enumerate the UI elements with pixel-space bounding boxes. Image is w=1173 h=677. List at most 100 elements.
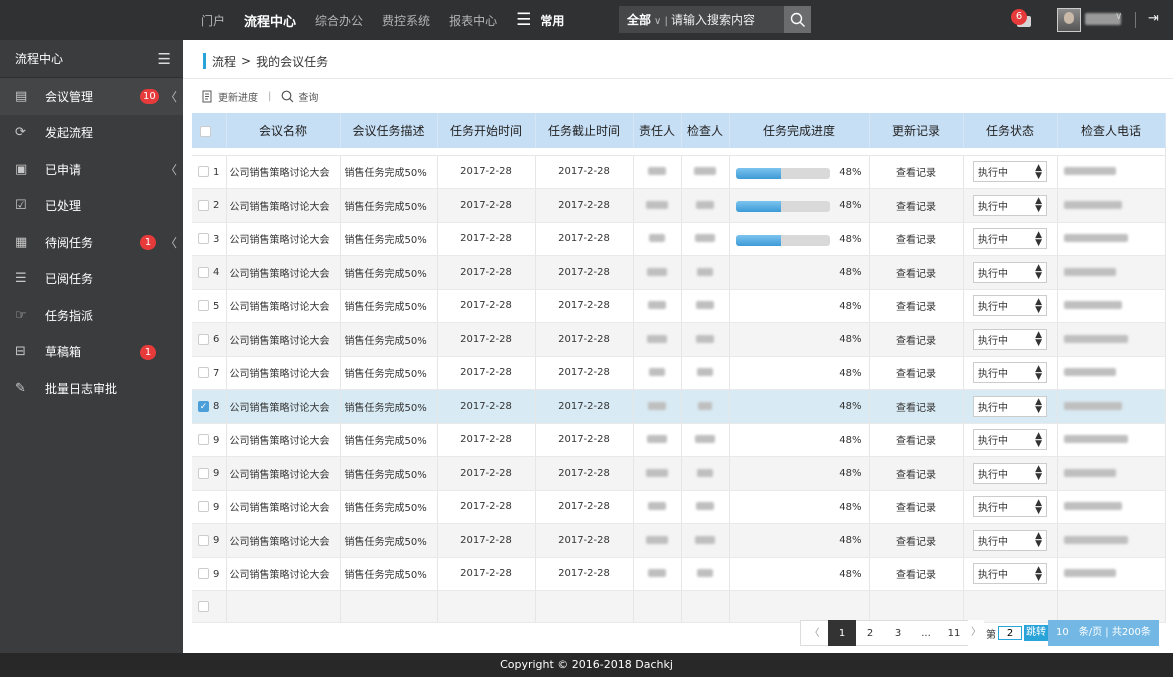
notification-button[interactable]: 6: [1011, 9, 1035, 31]
view-record-link[interactable]: 查看记录: [869, 423, 964, 457]
view-record-link[interactable]: 查看记录: [869, 255, 964, 290]
sidebar-item[interactable]: ☞ 任务指派: [0, 297, 183, 334]
goto-page-input[interactable]: [998, 626, 1022, 640]
status-select[interactable]: 执行中 ▲ ▼: [973, 362, 1047, 384]
status-select[interactable]: 执行中 ▲ ▼: [973, 161, 1047, 183]
header-owner[interactable]: 责任人: [633, 113, 682, 148]
sidebar-item[interactable]: ☰ 已阅任务: [0, 261, 183, 298]
header-status[interactable]: 任务状态: [963, 113, 1058, 148]
status-select[interactable]: 执行中 ▲ ▼: [973, 295, 1047, 317]
nav-expense[interactable]: 费控系统: [382, 12, 430, 29]
goto-button[interactable]: 跳转: [1024, 625, 1048, 641]
row-checkbox[interactable]: [198, 166, 209, 177]
row-checkbox[interactable]: [198, 300, 209, 311]
table-row[interactable]: 2 公司销售策略讨论大会 销售任务完成50% 2017-2-28 2017-2-28 48…: [192, 188, 1166, 223]
row-checkbox[interactable]: [198, 534, 209, 546]
chevron-down-icon[interactable]: ∨: [1115, 11, 1122, 22]
status-select[interactable]: 执行中 ▲ ▼: [973, 462, 1047, 484]
table-row[interactable]: 9 公司销售策略讨论大会 销售任务完成50% 2017-2-28 2017-2-28 48…: [192, 523, 1166, 558]
breadcrumb-root[interactable]: 流程: [212, 53, 236, 70]
select-all-checkbox[interactable]: [200, 125, 211, 137]
row-checkbox[interactable]: [198, 434, 209, 445]
row-checkbox[interactable]: ✓: [198, 400, 209, 412]
status-select[interactable]: 执行中 ▲ ▼: [973, 194, 1047, 216]
row-checkbox[interactable]: [198, 467, 209, 479]
page-1[interactable]: 1: [828, 620, 856, 646]
search-input[interactable]: [671, 6, 781, 33]
table-row[interactable]: 4 公司销售策略讨论大会 销售任务完成50% 2017-2-28 2017-2-28 48…: [192, 255, 1166, 290]
sidebar-item[interactable]: ⊟ 草稿箱 1: [0, 334, 183, 371]
status-select[interactable]: 执行中 ▲ ▼: [973, 261, 1047, 283]
status-select[interactable]: 执行中 ▲ ▼: [973, 529, 1047, 551]
table-row[interactable]: 9 公司销售策略讨论大会 销售任务完成50% 2017-2-28 2017-2-28 48…: [192, 423, 1166, 457]
view-record-link[interactable]: 查看记录: [869, 289, 964, 323]
row-checkbox[interactable]: [198, 568, 209, 579]
view-record-link[interactable]: 查看记录: [869, 322, 964, 357]
table-row[interactable]: ✓ 8 公司销售策略讨论大会 销售任务完成50% 2017-2-28 2017-2-28 4…: [192, 389, 1166, 424]
row-checkbox[interactable]: [198, 333, 209, 345]
header-end-time[interactable]: 任务截止时间: [535, 113, 634, 148]
page-3[interactable]: 3: [884, 620, 912, 646]
status-select[interactable]: 执行中 ▲ ▼: [973, 395, 1047, 417]
nav-process-center[interactable]: 流程中心: [244, 11, 296, 30]
nav-portal[interactable]: 门户: [201, 12, 225, 29]
query-button[interactable]: 查询: [281, 89, 318, 104]
view-record-link[interactable]: 查看记录: [869, 389, 964, 424]
list-toggle-icon[interactable]: ☰: [158, 40, 171, 78]
row-checkbox[interactable]: [198, 367, 209, 378]
header-progress[interactable]: 任务完成进度: [729, 113, 870, 148]
table-row[interactable]: 7 公司销售策略讨论大会 销售任务完成50% 2017-2-28 2017-2-28 48…: [192, 356, 1166, 390]
nav-office[interactable]: 综合办公: [315, 12, 363, 29]
table-row[interactable]: 9 公司销售策略讨论大会 销售任务完成50% 2017-2-28 2017-2-28 48…: [192, 490, 1166, 524]
sidebar-item[interactable]: ⟳ 发起流程: [0, 115, 183, 152]
table-row[interactable]: 1 公司销售策略讨论大会 销售任务完成50% 2017-2-28 2017-2-28 48…: [192, 155, 1166, 189]
row-checkbox[interactable]: [198, 199, 209, 211]
row-checkbox[interactable]: [198, 266, 209, 278]
status-select[interactable]: 执行中 ▲ ▼: [973, 429, 1047, 451]
sidebar-item[interactable]: ▦ 待阅任务 1 〈: [0, 224, 183, 261]
view-record-link[interactable]: 查看记录: [869, 155, 964, 189]
table-row[interactable]: 9 公司销售策略讨论大会 销售任务完成50% 2017-2-28 2017-2-28 48…: [192, 557, 1166, 591]
nav-reports[interactable]: 报表中心: [449, 12, 497, 29]
status-select[interactable]: 执行中 ▲ ▼: [973, 496, 1047, 518]
header-checker-phone[interactable]: 检查人电话: [1057, 113, 1166, 148]
status-value: 执行中: [978, 469, 1008, 481]
view-record-link[interactable]: 查看记录: [869, 490, 964, 524]
header-checker[interactable]: 检查人: [681, 113, 730, 148]
table-row[interactable]: 3 公司销售策略讨论大会 销售任务完成50% 2017-2-28 2017-2-28 48…: [192, 222, 1166, 256]
sidebar-item[interactable]: ▣ 已申请 〈: [0, 151, 183, 188]
search-button[interactable]: [784, 6, 811, 33]
sidebar-item[interactable]: ▤ 会议管理 10 〈: [0, 78, 183, 115]
view-record-link[interactable]: 查看记录: [869, 222, 964, 256]
avatar[interactable]: [1057, 8, 1081, 32]
next-page-button[interactable]: 〉: [968, 620, 984, 646]
header-start-time[interactable]: 任务开始时间: [437, 113, 536, 148]
common-menu[interactable]: ☰ 常用: [516, 10, 564, 30]
view-record-link[interactable]: 查看记录: [869, 523, 964, 558]
table-row[interactable]: 5 公司销售策略讨论大会 销售任务完成50% 2017-2-28 2017-2-28 48…: [192, 289, 1166, 323]
table-row[interactable]: 6 公司销售策略讨论大会 销售任务完成50% 2017-2-28 2017-2-28 48…: [192, 322, 1166, 357]
row-checkbox[interactable]: [198, 501, 209, 512]
row-checkbox[interactable]: [198, 233, 209, 244]
table-row[interactable]: 9 公司销售策略讨论大会 销售任务完成50% 2017-2-28 2017-2-28 48…: [192, 456, 1166, 491]
status-select[interactable]: 执行中 ▲ ▼: [973, 328, 1047, 350]
header-meeting-name[interactable]: 会议名称: [226, 113, 341, 148]
header-record[interactable]: 更新记录: [869, 113, 964, 148]
header-task-desc[interactable]: 会议任务描述: [340, 113, 438, 148]
view-record-link[interactable]: 查看记录: [869, 188, 964, 223]
page-size-info[interactable]: 10 条/页 | 共200条: [1048, 620, 1159, 646]
view-record-link[interactable]: 查看记录: [869, 456, 964, 491]
status-select[interactable]: 执行中 ▲ ▼: [973, 228, 1047, 250]
prev-page-button[interactable]: 〈: [800, 620, 828, 646]
page-11[interactable]: 11: [940, 620, 968, 646]
search-scope-select[interactable]: 全部 ∨ |: [619, 11, 671, 28]
update-progress-button[interactable]: 更新进度: [202, 89, 258, 104]
sidebar-item[interactable]: ✎ 批量日志审批: [0, 370, 183, 407]
view-record-link[interactable]: 查看记录: [869, 356, 964, 390]
logout-icon[interactable]: ⇥: [1148, 11, 1159, 26]
sidebar-item[interactable]: ☑ 已处理: [0, 188, 183, 225]
status-select[interactable]: 执行中 ▲ ▼: [973, 563, 1047, 585]
page-2[interactable]: 2: [856, 620, 884, 646]
view-record-link[interactable]: 查看记录: [869, 557, 964, 591]
row-checkbox[interactable]: [198, 600, 209, 612]
